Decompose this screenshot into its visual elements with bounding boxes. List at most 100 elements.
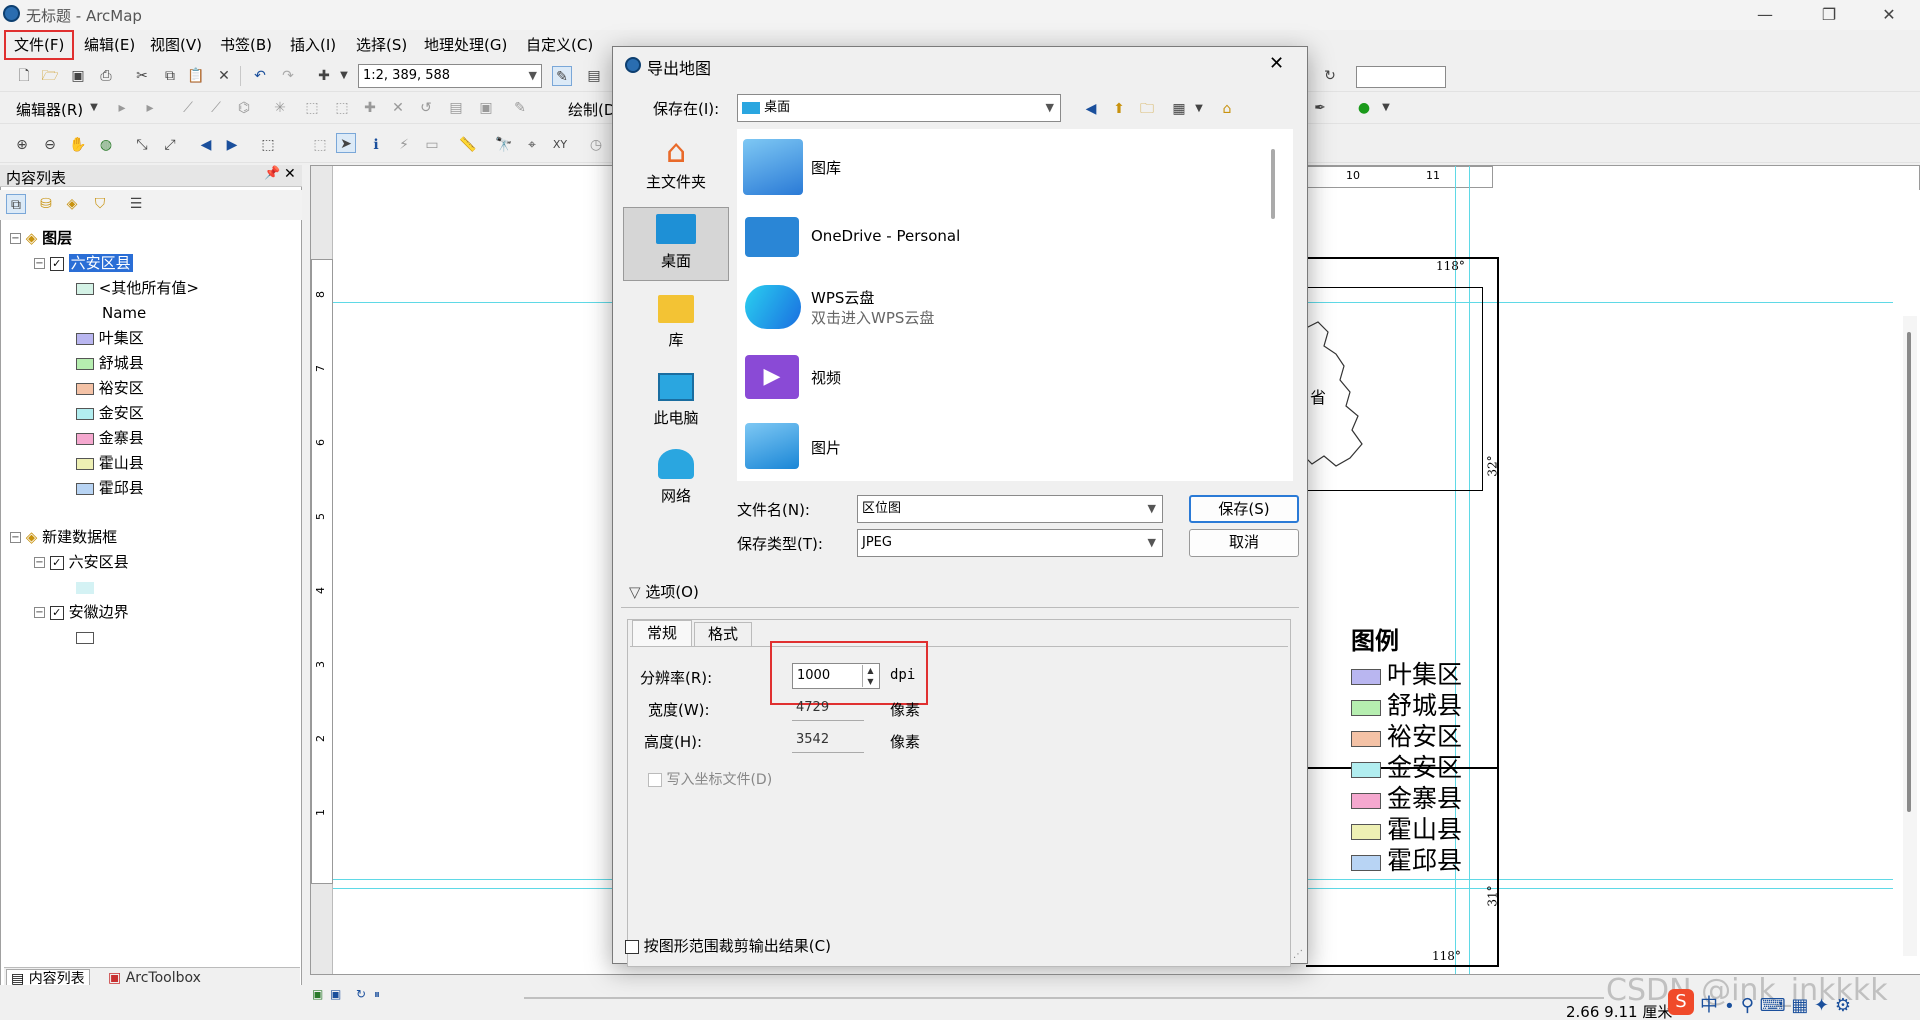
chevron-down-icon[interactable]: ▼ [1189, 99, 1209, 119]
up-folder-icon[interactable]: ⬆ [1109, 99, 1129, 119]
pause-drawing-icon[interactable]: ⏸ [374, 987, 380, 1002]
redo-icon[interactable]: ↷ [278, 66, 298, 86]
go-to-xy-icon[interactable]: XY [550, 135, 570, 155]
paste-icon[interactable]: 📋 [186, 66, 206, 86]
close-icon[interactable]: ✕ [1269, 53, 1284, 74]
scrollbar-thumb[interactable] [1907, 332, 1911, 812]
menu-insert[interactable]: 插入(I) [286, 34, 340, 58]
open-folder-icon[interactable]: 🗁 [40, 66, 60, 86]
layer-name[interactable]: 安徽边界 [69, 603, 129, 621]
new-document-icon[interactable]: 🗋 [14, 66, 34, 86]
measure-icon[interactable]: 📏 [458, 135, 478, 155]
line-color-icon[interactable]: ● [1354, 98, 1374, 118]
find-icon[interactable]: 🔭 [494, 135, 514, 155]
nav-library[interactable]: 库 [623, 289, 729, 359]
home-folder-icon[interactable]: ⌂ [1217, 99, 1237, 119]
collapse-icon[interactable]: − [34, 557, 45, 568]
view-menu-icon[interactable]: ▦ [1169, 99, 1189, 119]
vertical-scrollbar[interactable] [1903, 316, 1917, 956]
edit-annotation-icon[interactable]: ▸ [140, 98, 160, 118]
select-elements-arrow-icon[interactable]: ➤ [336, 133, 356, 153]
layer-name[interactable]: 六安区县 [69, 553, 129, 571]
split-icon[interactable]: ✕ [388, 98, 408, 118]
refresh-view-icon[interactable]: ↻ [356, 987, 366, 1001]
copy-icon[interactable]: ⧉ [160, 66, 180, 86]
editor-menu[interactable]: 编辑器(R) [16, 99, 83, 120]
layer-name-selected[interactable]: 六安区县 [68, 254, 133, 272]
world-file-checkbox[interactable] [648, 773, 662, 787]
hyperlink-icon[interactable]: ⚡ [394, 135, 414, 155]
rotate-icon[interactable]: ↺ [416, 98, 436, 118]
select-features-icon[interactable]: ⬚ [258, 135, 278, 155]
html-popup-icon[interactable]: ▭ [422, 135, 442, 155]
options-toggle[interactable]: ▽ 选项(O) [629, 581, 699, 602]
draw-menu[interactable]: 绘制(D [568, 99, 615, 120]
close-window-button[interactable]: ✕ [1866, 2, 1912, 28]
new-folder-icon[interactable]: 🗀 [1137, 99, 1157, 119]
cancel-button[interactable]: 取消 [1189, 529, 1299, 557]
vertices-icon[interactable]: ⬚ [302, 98, 322, 118]
chevron-down-icon[interactable]: ▼ [84, 98, 104, 118]
menu-view[interactable]: 视图(V) [146, 34, 206, 58]
zoom-out-icon[interactable]: ⊖ [40, 135, 60, 155]
list-by-selection-icon[interactable]: ⛉ [90, 194, 110, 214]
create-features-icon[interactable]: ✎ [510, 98, 530, 118]
cut-polygon-icon[interactable]: ✚ [360, 98, 380, 118]
file-item-gallery[interactable]: 图库 [737, 133, 1267, 203]
ime-toolbar-icons[interactable]: 中 ∙ ⚲ ⌨ ▦ ✦ ⚙ [1700, 991, 1851, 1017]
fixed-zoom-out-icon[interactable]: ⤢ [160, 135, 180, 155]
reshape-icon[interactable]: ⬚ [332, 98, 352, 118]
list-by-source-icon[interactable]: ⛁ [36, 194, 56, 214]
file-item-pictures[interactable]: 图片 [737, 413, 1267, 483]
menu-customize[interactable]: 自定义(C) [522, 34, 597, 58]
toc-group-row[interactable]: − ◈ 图层 [10, 226, 300, 251]
file-item-videos[interactable]: ▶ 视频 [737, 343, 1267, 413]
filetype-select[interactable]: JPEG ▼ [857, 529, 1163, 557]
menu-bookmarks[interactable]: 书签(B) [216, 34, 276, 58]
list-by-drawing-order-icon[interactable]: ⧉ [6, 194, 26, 214]
collapse-icon[interactable]: − [10, 532, 21, 543]
sogou-ime-icon[interactable]: S [1668, 989, 1694, 1015]
save-button[interactable]: 保存(S) [1189, 495, 1299, 523]
maximize-button[interactable]: ❐ [1806, 2, 1852, 28]
data-view-icon[interactable]: ▣ [312, 987, 323, 1001]
collapse-icon[interactable]: − [34, 258, 45, 269]
file-item-onedrive[interactable]: OneDrive - Personal [737, 203, 1267, 273]
resize-grip-icon[interactable]: ⋰ [1293, 949, 1303, 960]
chevron-down-icon[interactable]: ▼ [1376, 98, 1396, 118]
edit-tool-icon[interactable]: ▸ [112, 98, 132, 118]
collapse-icon[interactable]: − [10, 233, 21, 244]
back-arrow-icon[interactable]: ◀ [196, 135, 216, 155]
delete-icon[interactable]: ✕ [214, 66, 234, 86]
editor-toolbar-icon[interactable]: ✎ [552, 66, 572, 86]
tab-general[interactable]: 常规 [632, 620, 692, 646]
cut-icon[interactable]: ✂ [132, 66, 152, 86]
menu-geoprocessing[interactable]: 地理处理(G) [420, 34, 511, 58]
clip-checkbox[interactable] [625, 939, 639, 954]
layout-view-icon[interactable]: ▣ [330, 987, 341, 1001]
time-slider-icon[interactable]: ◷ [586, 135, 606, 155]
scale-combo[interactable]: 1:2, 389, 588 ▼ [358, 64, 542, 88]
identify-icon[interactable]: ℹ [366, 135, 386, 155]
full-extent-globe-icon[interactable]: ◍ [96, 135, 116, 155]
nav-network[interactable]: 网络 [623, 443, 729, 517]
list-by-visibility-icon[interactable]: ◈ [62, 194, 82, 214]
nav-desktop[interactable]: 桌面 [623, 207, 729, 281]
world-file-option[interactable]: 写入坐标文件(D) [648, 769, 772, 789]
toc-layer-row[interactable]: − ✓ 六安区县 [10, 550, 300, 575]
nav-this-pc[interactable]: 此电脑 [623, 367, 729, 437]
menu-selection[interactable]: 选择(S) [352, 34, 411, 58]
save-icon[interactable]: ▣ [68, 66, 88, 86]
horizontal-scrollbar[interactable] [524, 997, 1604, 999]
layer-visibility-checkbox[interactable]: ✓ [49, 555, 64, 570]
sketch-properties-icon[interactable]: ▣ [476, 98, 496, 118]
pen-color-icon[interactable]: ✒ [1310, 98, 1330, 118]
menu-edit[interactable]: 编辑(E) [80, 34, 139, 58]
pan-hand-icon[interactable]: ✋ [68, 135, 88, 155]
tab-format[interactable]: 格式 [694, 622, 752, 646]
clip-option[interactable]: 按图形范围裁剪输出结果(C) [625, 935, 831, 956]
attributes-icon[interactable]: ▤ [446, 98, 466, 118]
toc-layer-row[interactable]: − ✓ 六安区县 [10, 251, 300, 276]
print-icon[interactable]: ⎙ [96, 66, 116, 86]
save-in-combo[interactable]: 桌面 ▼ [737, 94, 1061, 122]
